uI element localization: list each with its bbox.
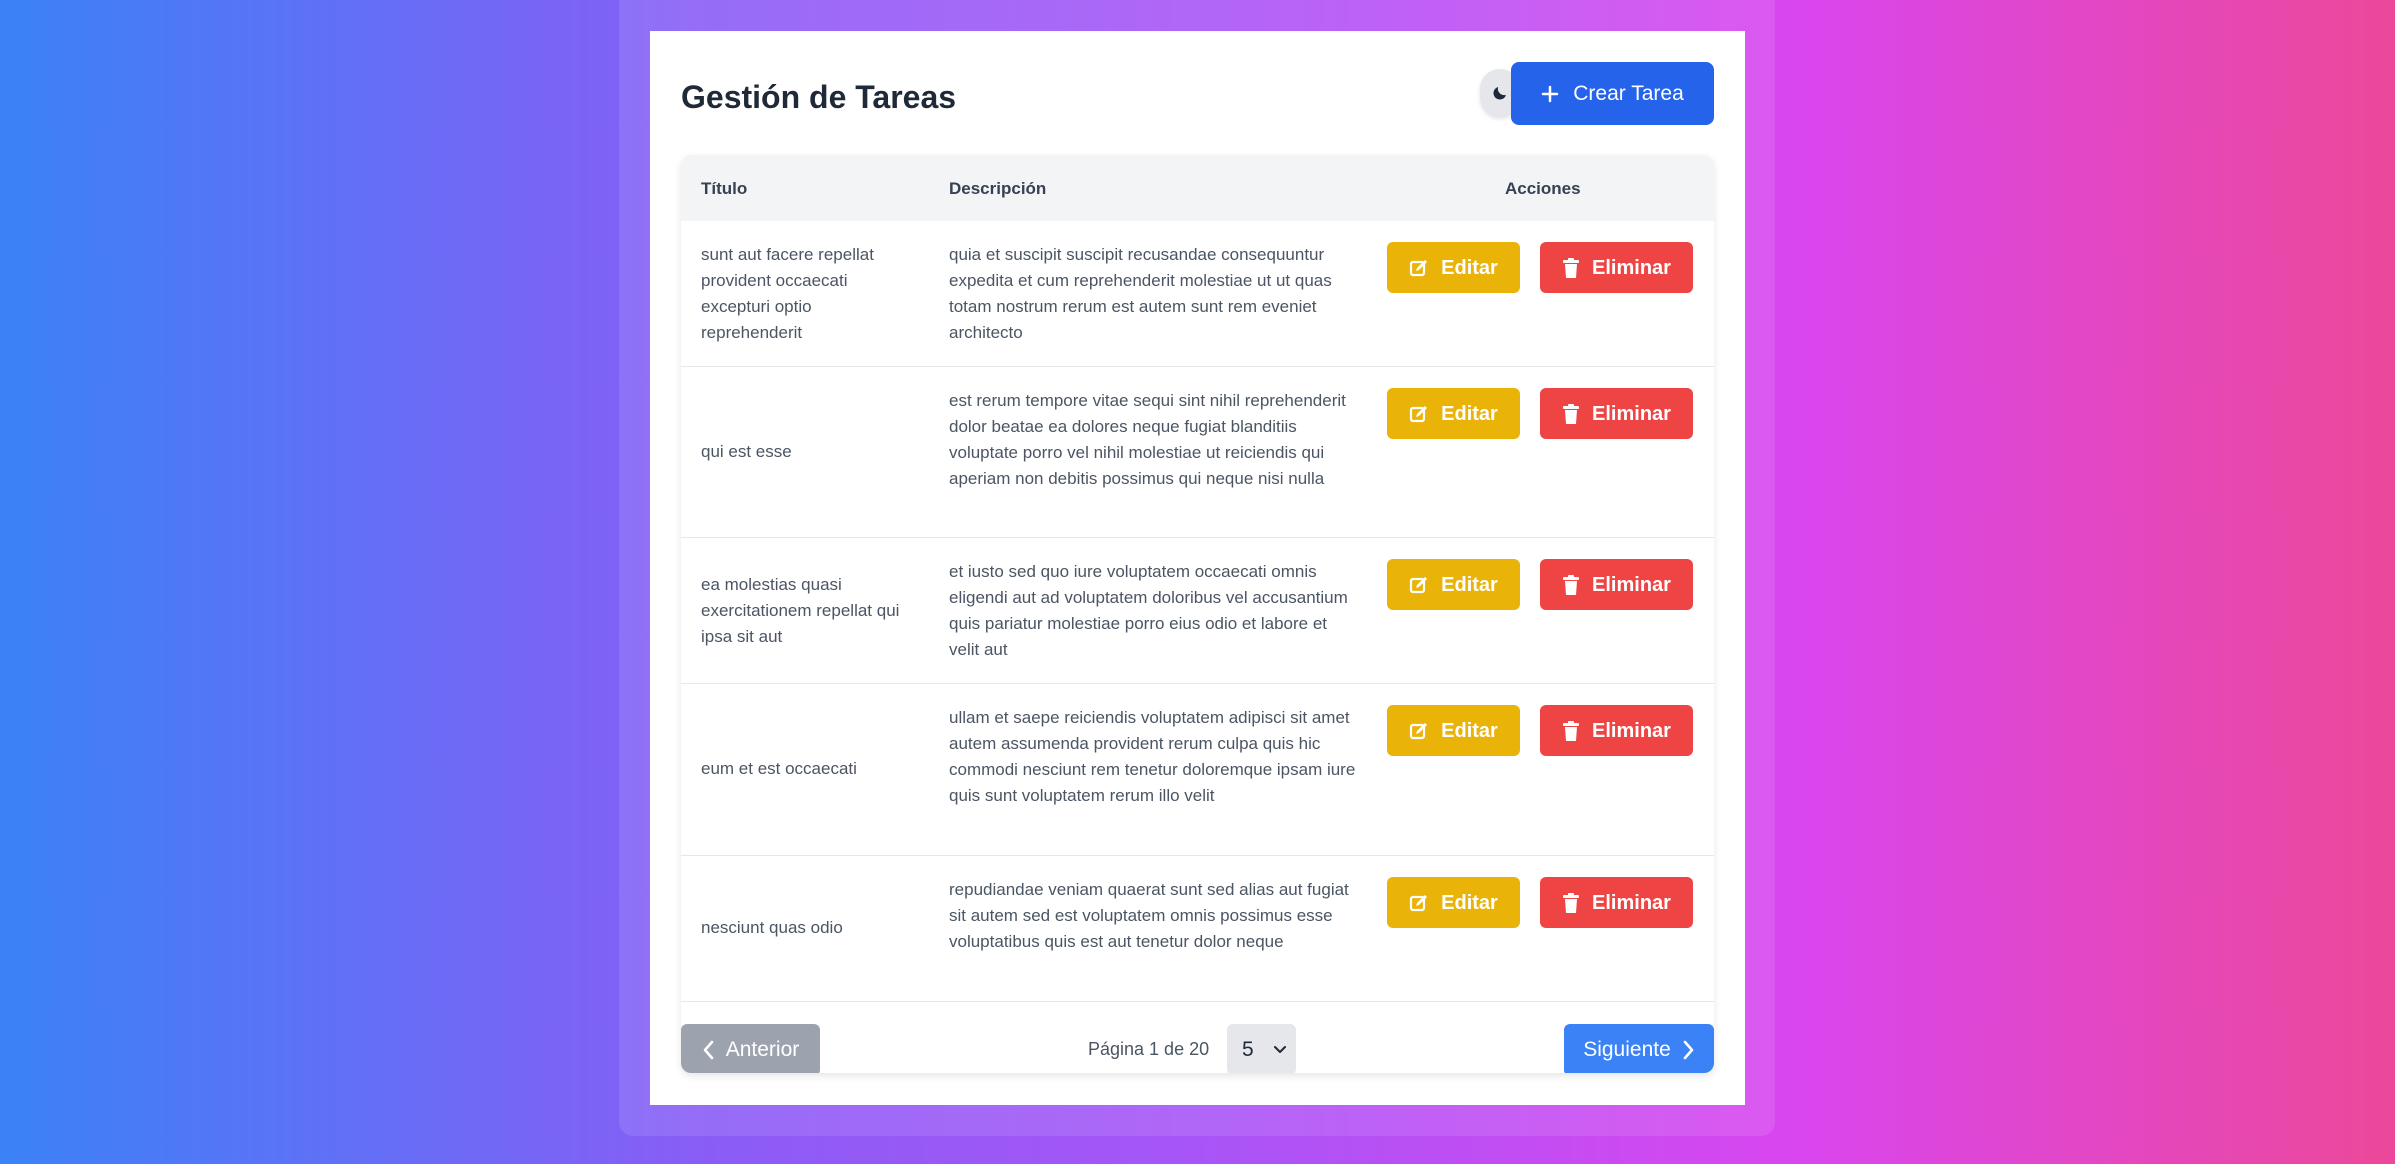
edit-icon — [1409, 404, 1429, 424]
pagination: Anterior Página 1 de 20 5 Siguiente — [681, 1024, 1714, 1073]
header: Gestión de Tareas Crear Tarea — [681, 62, 1714, 125]
delete-button[interactable]: Eliminar — [1540, 705, 1693, 756]
edit-button[interactable]: Editar — [1387, 705, 1520, 756]
table-header: Título Descripción Acciones — [681, 155, 1714, 221]
page-size-value: 5 — [1242, 1037, 1254, 1061]
task-description: est rerum tempore vitae sequi sint nihil… — [949, 391, 1346, 488]
create-task-label: Crear Tarea — [1573, 81, 1684, 105]
delete-button[interactable]: Eliminar — [1540, 877, 1693, 928]
create-task-button[interactable]: Crear Tarea — [1511, 62, 1714, 125]
table-row: ea molestias quasi exercitationem repell… — [681, 538, 1714, 684]
trash-icon — [1562, 892, 1580, 913]
edit-label: Editar — [1441, 719, 1498, 742]
page-indicator: Página 1 de 20 — [1088, 1039, 1210, 1059]
task-title: eum et est occaecati — [701, 759, 857, 778]
plus-icon — [1541, 85, 1559, 103]
delete-label: Eliminar — [1592, 719, 1671, 742]
table-row: nesciunt quas odio repudiandae veniam qu… — [681, 856, 1714, 1002]
previous-page-label: Anterior — [725, 1038, 800, 1061]
edit-icon — [1409, 258, 1429, 278]
header-actions: Acciones — [1505, 179, 1581, 198]
next-page-button[interactable]: Siguiente — [1564, 1024, 1714, 1073]
table-row: sunt aut facere repellat provident occae… — [681, 221, 1714, 367]
moon-icon — [1491, 84, 1509, 102]
table-row: qui est esse est rerum tempore vitae seq… — [681, 367, 1714, 538]
task-description: repudiandae veniam quaerat sunt sed alia… — [949, 880, 1349, 951]
edit-label: Editar — [1441, 891, 1498, 914]
trash-icon — [1562, 257, 1580, 278]
chevron-right-icon — [1683, 1040, 1695, 1060]
page-size-select[interactable]: 5 — [1227, 1024, 1296, 1073]
previous-page-button[interactable]: Anterior — [681, 1024, 820, 1073]
task-description: quia et suscipit suscipit recusandae con… — [949, 245, 1332, 342]
trash-icon — [1562, 574, 1580, 595]
task-title: sunt aut facere repellat provident occae… — [701, 245, 874, 342]
edit-button[interactable]: Editar — [1387, 242, 1520, 293]
header-title: Título — [701, 179, 748, 198]
task-title: ea molestias quasi exercitationem repell… — [701, 575, 900, 646]
edit-button[interactable]: Editar — [1387, 877, 1520, 928]
task-description: ullam et saepe reiciendis voluptatem adi… — [949, 708, 1356, 805]
trash-icon — [1562, 720, 1580, 741]
delete-label: Eliminar — [1592, 573, 1671, 596]
task-description: et iusto sed quo iure voluptatem occaeca… — [949, 562, 1348, 659]
tasks-table: Título Descripción Acciones sunt aut fac… — [681, 155, 1714, 1073]
page-title: Gestión de Tareas — [681, 79, 957, 115]
delete-button[interactable]: Eliminar — [1540, 559, 1693, 610]
edit-button[interactable]: Editar — [1387, 559, 1520, 610]
trash-icon — [1562, 403, 1580, 424]
edit-button[interactable]: Editar — [1387, 388, 1520, 439]
delete-label: Eliminar — [1592, 402, 1671, 425]
task-card: Gestión de Tareas Crear Tarea Título Des… — [650, 31, 1745, 1105]
delete-label: Eliminar — [1592, 256, 1671, 279]
edit-label: Editar — [1441, 402, 1498, 425]
task-title: nesciunt quas odio — [701, 918, 843, 937]
delete-label: Eliminar — [1592, 891, 1671, 914]
chevron-down-icon — [1274, 1045, 1286, 1054]
edit-label: Editar — [1441, 573, 1498, 596]
edit-icon — [1409, 721, 1429, 741]
delete-button[interactable]: Eliminar — [1540, 388, 1693, 439]
task-title: qui est esse — [701, 442, 792, 461]
edit-icon — [1409, 575, 1429, 595]
chevron-left-icon — [702, 1040, 714, 1060]
edit-icon — [1409, 893, 1429, 913]
edit-label: Editar — [1441, 256, 1498, 279]
delete-button[interactable]: Eliminar — [1540, 242, 1693, 293]
table-row: eum et est occaecati ullam et saepe reic… — [681, 684, 1714, 856]
next-page-label: Siguiente — [1583, 1038, 1671, 1061]
header-description: Descripción — [949, 179, 1047, 198]
